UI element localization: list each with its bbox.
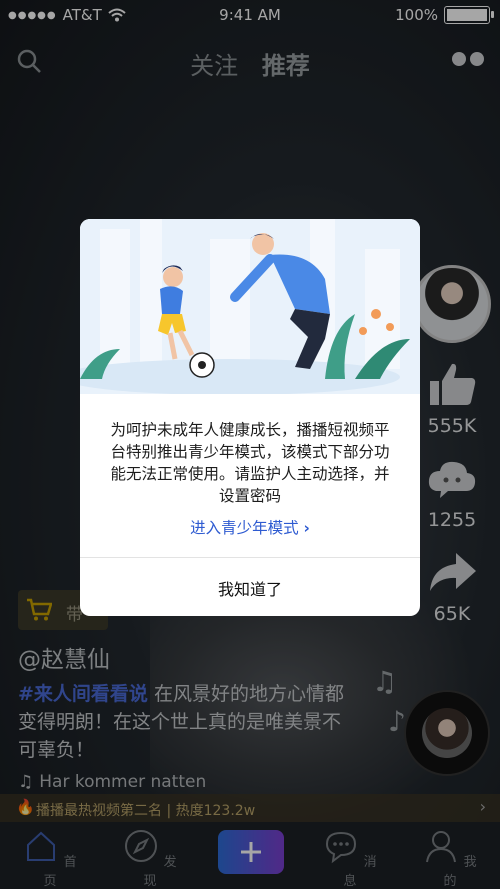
parent-child-soccer-illustration xyxy=(80,219,420,394)
youth-mode-dialog: 为呵护未成年人健康成长，播播短视频平台特别推出青少年模式，该模式下部分功能无法正… xyxy=(80,219,420,616)
enter-youth-mode-link[interactable]: 进入青少年模式 › xyxy=(80,516,420,538)
enter-youth-mode-label: 进入青少年模式 xyxy=(190,519,299,537)
dialog-divider xyxy=(80,557,420,558)
got-it-button[interactable]: 我知道了 xyxy=(80,576,420,600)
dialog-message: 为呵护未成年人健康成长，播播短视频平台特别推出青少年模式，该模式下部分功能无法正… xyxy=(110,421,390,505)
chevron-right-icon: › xyxy=(303,519,310,537)
